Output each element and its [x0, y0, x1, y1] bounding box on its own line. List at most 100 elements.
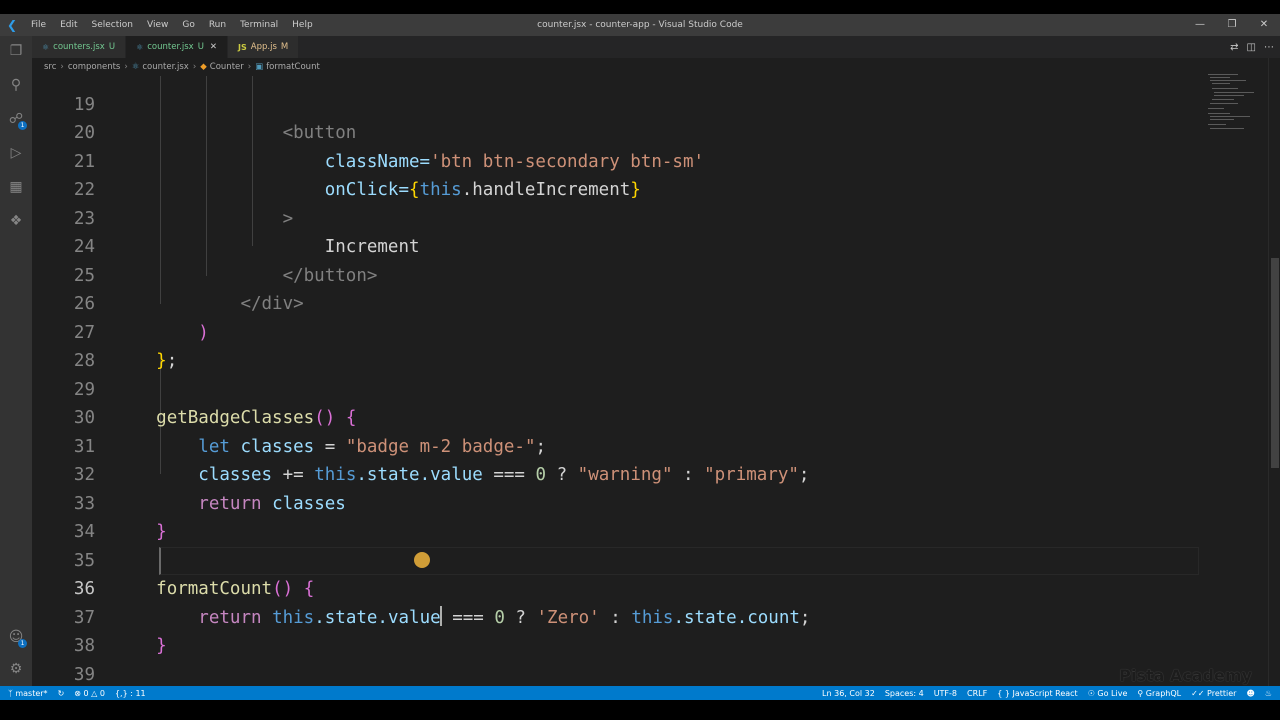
run-debug-icon[interactable]: ▷ [0, 138, 32, 168]
tab-counters-jsx[interactable]: ⚛ counters.jsx U [32, 36, 127, 58]
tab-counter-jsx[interactable]: ⚛ counter.jsx U ✕ [126, 36, 229, 58]
breadcrumb-class[interactable]: Counter [210, 62, 244, 72]
code-line: 29 getBadgeClasses() { [32, 347, 1200, 429]
search-icon[interactable]: ⚲ [0, 70, 32, 100]
sync-icon[interactable]: ↻ [58, 689, 65, 698]
prettier-status[interactable]: ✓✓ Prettier [1191, 689, 1236, 698]
code-line: 20 className='btn btn-secondary btn-sm' [32, 91, 1200, 172]
extra-status[interactable]: {,} : 11 [115, 689, 146, 698]
minimap-line [1212, 88, 1238, 89]
js-icon: JS [238, 42, 247, 52]
code-editor[interactable]: 19 <button 20 className='btn btn-seconda… [32, 76, 1200, 686]
menu-file[interactable]: File [24, 20, 53, 30]
react-icon: ⚛ [42, 42, 50, 52]
code-line: 40 [32, 661, 1200, 687]
go-live-button[interactable]: ☉ Go Live [1088, 689, 1128, 698]
vscode-logo-icon[interactable]: ❮ [0, 14, 24, 36]
chevron-right-icon: › [192, 62, 197, 72]
settings-gear-icon[interactable]: ⚙ [0, 654, 32, 684]
react-icon: ⚛ [131, 62, 140, 72]
activity-bar: ❐ ⚲ ☍ 1 ▷ ▦ ❖ ☺ 1 ⚙ [0, 36, 32, 686]
prettier-label: Prettier [1207, 688, 1237, 698]
vertical-scrollbar[interactable] [1268, 58, 1280, 686]
class-icon: ◆ [200, 62, 207, 72]
breadcrumb-components[interactable]: components [68, 62, 121, 72]
menu-terminal[interactable]: Terminal [233, 20, 285, 30]
menu-view[interactable]: View [140, 20, 175, 30]
minimap-line [1214, 95, 1244, 96]
code-line: 27 }; [32, 290, 1200, 372]
double-check-icon: ✓✓ [1191, 688, 1208, 698]
warning-icon: △ [91, 688, 98, 698]
code-line: 39 } [32, 632, 1200, 685]
close-tab-icon[interactable]: ✕ [210, 42, 217, 52]
compare-changes-icon[interactable]: ⇄ [1230, 42, 1238, 53]
indentation[interactable]: Spaces: 4 [885, 689, 924, 698]
breadcrumb-src[interactable]: src [44, 62, 56, 72]
chevron-right-icon: › [60, 62, 64, 72]
language-mode[interactable]: { } JavaScript React [997, 689, 1077, 698]
menu-go[interactable]: Go [175, 20, 201, 30]
top-black-band [0, 0, 1280, 14]
minimap[interactable] [1200, 58, 1268, 686]
breadcrumb-file[interactable]: counter.jsx [142, 62, 188, 72]
tab-label: counters.jsx [53, 42, 105, 52]
menu-run[interactable]: Run [202, 20, 233, 30]
more-actions-icon[interactable]: ⋯ [1264, 42, 1274, 53]
cursor-position[interactable]: Ln 36, Col 32 [822, 689, 875, 698]
minimap-line [1214, 92, 1254, 93]
minimap-line [1212, 83, 1230, 84]
accounts-badge: 1 [18, 639, 27, 648]
split-editor-icon[interactable]: ◫ [1247, 42, 1256, 53]
minimap-line [1210, 80, 1246, 81]
code-line: 37 } [32, 575, 1200, 657]
code-line: 22 > [32, 148, 1200, 229]
menu-selection[interactable]: Selection [85, 20, 140, 30]
broadcast-icon: ☉ [1087, 688, 1098, 698]
code-line: 38 [32, 604, 1200, 656]
warning-count: 0 [99, 688, 105, 698]
branch-indicator[interactable]: ᛉ master* [8, 689, 48, 698]
minimap-line [1210, 116, 1250, 117]
tab-status: U [108, 42, 116, 52]
end-of-line[interactable]: CRLF [967, 689, 987, 698]
code-line: 26 ) [32, 262, 1200, 343]
bottom-black-band [0, 700, 1280, 720]
code-line: 35 formatCount() { [32, 518, 1200, 600]
minimap-line [1210, 103, 1238, 104]
restore-icon[interactable]: ❐ [1216, 14, 1248, 36]
source-control-icon[interactable]: ☍ 1 [0, 104, 32, 134]
scrollbar-thumb[interactable] [1271, 258, 1279, 468]
error-icon: ⊗ [74, 688, 81, 698]
code-line: 34 [32, 490, 1200, 542]
go-live-label: Go Live [1097, 688, 1128, 698]
menu-edit[interactable]: Edit [53, 20, 84, 30]
method-icon: ▣ [255, 62, 264, 72]
mongodb-leaf-icon[interactable]: ❖ [0, 206, 32, 236]
minimize-icon[interactable]: — [1184, 14, 1216, 36]
notifications-bell-icon[interactable]: ♨ [1265, 689, 1272, 698]
graphql-icon: ⚲ [1137, 688, 1146, 698]
close-window-icon[interactable]: ✕ [1248, 14, 1280, 36]
tab-status: U [197, 42, 204, 52]
graphql-label: GraphQL [1145, 688, 1182, 698]
code-line: 33 } [32, 461, 1200, 543]
code-line: 32 return classes [32, 433, 1200, 514]
problems-indicator[interactable]: ⊗ 0 △ 0 [74, 689, 105, 698]
minimap-line [1208, 124, 1226, 125]
source-control-badge: 1 [18, 121, 27, 130]
minimap-line [1210, 119, 1234, 120]
encoding[interactable]: UTF-8 [934, 689, 957, 698]
minimap-line [1210, 128, 1244, 129]
tab-app-js[interactable]: JS App.js M [228, 36, 300, 58]
tab-label: counter.jsx [147, 42, 194, 52]
chevron-right-icon: › [124, 62, 128, 72]
code-line-current: 36 return this.state.value === 0 ? 'Zero… [32, 547, 1200, 628]
explorer-icon[interactable]: ❐ [0, 36, 32, 66]
menu-help[interactable]: Help [285, 20, 320, 30]
extensions-icon[interactable]: ▦ [0, 172, 32, 202]
accounts-icon[interactable]: ☺ 1 [0, 622, 32, 652]
graphql-status[interactable]: ⚲ GraphQL [1137, 689, 1181, 698]
breadcrumb-method[interactable]: formatCount [266, 62, 320, 72]
feedback-icon[interactable]: ☻ [1246, 689, 1254, 698]
